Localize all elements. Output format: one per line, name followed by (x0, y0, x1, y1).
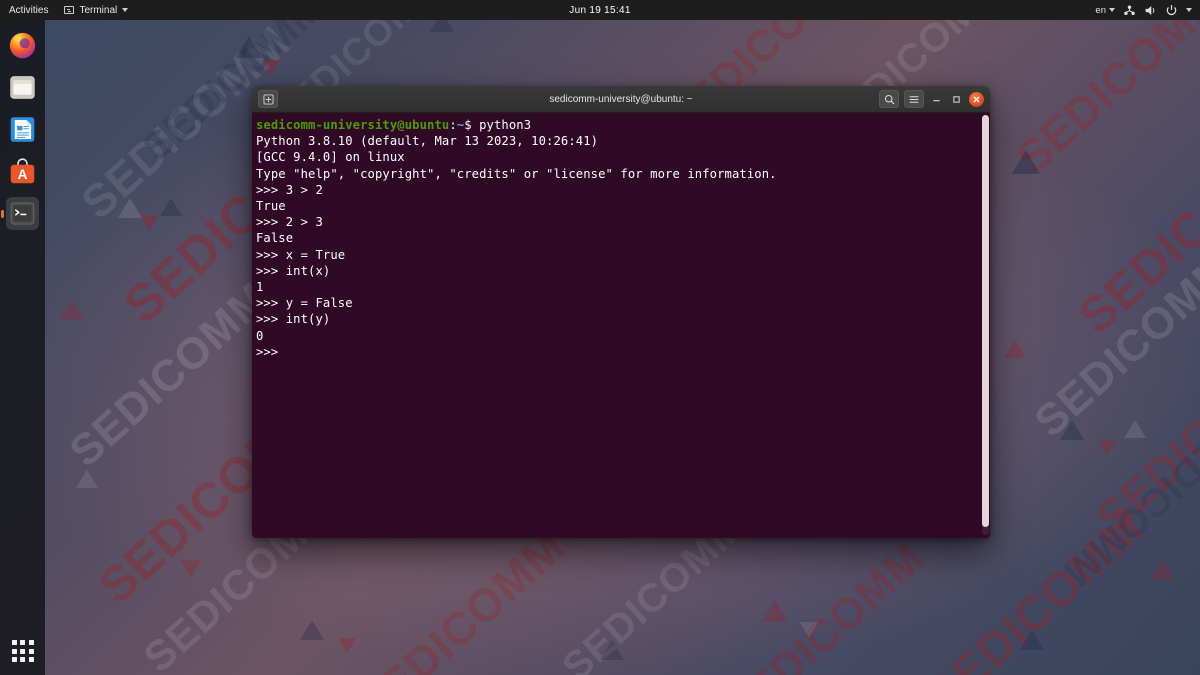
search-button[interactable] (879, 90, 899, 108)
activities-button[interactable]: Activities (0, 0, 57, 20)
minimize-button[interactable] (929, 92, 944, 107)
app-menu-button[interactable]: Terminal (57, 0, 135, 20)
new-tab-icon (262, 93, 274, 105)
wallpaper-triangle (262, 60, 280, 76)
terminal-line: >>> y = False (256, 296, 353, 311)
wallpaper-triangle (1020, 630, 1044, 650)
close-icon (973, 96, 980, 102)
language-indicator[interactable]: en (1095, 5, 1115, 16)
terminal-scrollbar[interactable] (982, 115, 989, 535)
wallpaper-triangle (600, 640, 624, 660)
maximize-icon (953, 95, 960, 103)
running-indicator (1, 209, 4, 218)
activities-label: Activities (9, 4, 49, 16)
terminal-line: True (256, 199, 286, 214)
terminal-line: >>> int(x) (256, 263, 331, 278)
chevron-down-icon (1109, 8, 1115, 12)
terminal-icon (64, 6, 75, 14)
grid-dot (20, 648, 25, 654)
document-icon (10, 117, 35, 142)
wallpaper-triangle (140, 215, 158, 231)
wallpaper-triangle (60, 300, 84, 320)
wallpaper-triangle (1150, 560, 1174, 580)
terminal-window[interactable]: sedicomm-university@ubuntu: ~ sedicomm-u… (252, 86, 990, 538)
terminal-line: >>> int(y) (256, 312, 331, 327)
hamburger-icon (909, 95, 919, 103)
chevron-down-icon[interactable] (1186, 8, 1192, 12)
firefox-icon (9, 32, 36, 59)
top-panel: Activities Terminal Jun 19 15:41 en (0, 0, 1200, 20)
terminal-line: >>> (256, 344, 279, 359)
terminal-line: [GCC 9.4.0] on linux (256, 150, 405, 165)
terminal-title-bar[interactable]: sedicomm-university@ubuntu: ~ (252, 86, 990, 113)
minimize-icon (933, 99, 940, 101)
app-menu-label: Terminal (79, 4, 118, 16)
prompt-separator: : (449, 118, 457, 132)
wallpaper-triangle (180, 560, 202, 578)
terminal-scrollbar-thumb[interactable] (982, 115, 989, 527)
wallpaper-triangle (300, 620, 324, 640)
grid-dot (11, 648, 17, 654)
grid-dot (28, 640, 34, 645)
wallpaper-triangle (160, 198, 182, 216)
wallpaper-triangle (1098, 440, 1116, 456)
grid-dot (20, 657, 25, 662)
volume-icon[interactable] (1144, 4, 1157, 17)
terminal-line: 0 (256, 328, 264, 343)
dock: A (0, 20, 45, 675)
wallpaper-triangle (1004, 340, 1026, 358)
files-icon (10, 76, 35, 99)
wallpaper-triangle (236, 36, 262, 58)
new-tab-button[interactable] (258, 90, 278, 108)
grid-dot (28, 648, 34, 654)
terminal-icon (10, 202, 35, 225)
wallpaper-triangle (338, 638, 356, 653)
wallpaper-triangle (800, 622, 818, 638)
network-icon[interactable] (1123, 4, 1136, 17)
prompt-command: $ python3 (464, 118, 532, 132)
terminal-line: Type "help", "copyright", "credits" or "… (256, 166, 777, 181)
wallpaper-watermark: SEDICOMM (346, 520, 575, 675)
dock-item-libreoffice-writer[interactable] (6, 113, 39, 146)
wallpaper-triangle (1060, 420, 1084, 440)
language-label: en (1095, 4, 1106, 16)
wallpaper-triangle (76, 470, 98, 488)
wallpaper-triangle (1012, 150, 1040, 174)
system-indicators[interactable]: en (1095, 0, 1200, 20)
svg-text:A: A (18, 167, 28, 182)
dock-item-firefox[interactable] (6, 29, 39, 62)
terminal-line: >>> x = True (256, 247, 346, 262)
dock-item-terminal[interactable] (1, 197, 39, 230)
prompt-user-host: sedicomm-university@ubuntu (256, 118, 450, 132)
chevron-down-icon (122, 8, 129, 12)
clock[interactable]: Jun 19 15:41 (530, 5, 670, 16)
terminal-output[interactable]: sedicomm-university@ubuntu:~$ python3 Pyt… (252, 113, 990, 360)
title-bar-actions (879, 90, 984, 108)
search-icon (884, 94, 894, 104)
wallpaper-triangle (1124, 420, 1146, 438)
terminal-line: >>> 3 > 2 (256, 182, 323, 197)
software-store-icon: A (10, 158, 35, 184)
grid-dot (28, 657, 34, 662)
grid-dot (20, 640, 25, 645)
show-applications-button[interactable] (7, 635, 39, 667)
close-button[interactable] (969, 91, 984, 107)
terminal-body[interactable]: sedicomm-university@ubuntu:~$ python3 Pyt… (252, 113, 990, 538)
dock-item-ubuntu-software[interactable]: A (6, 155, 39, 188)
wallpaper-watermark: SEDICOMM (715, 532, 934, 675)
wallpaper-triangle (762, 600, 788, 622)
dock-item-files[interactable] (6, 71, 39, 104)
grid-dot (11, 657, 17, 662)
power-icon[interactable] (1165, 4, 1178, 17)
terminal-line: Python 3.8.10 (default, Mar 13 2023, 10:… (256, 134, 599, 149)
maximize-button[interactable] (949, 92, 964, 107)
wallpaper-triangle (118, 198, 142, 218)
terminal-line: sedicomm-university@ubuntu:~$ python3 (256, 117, 990, 133)
terminal-line: >>> 2 > 3 (256, 215, 323, 230)
terminal-line: False (256, 231, 294, 246)
hamburger-menu-button[interactable] (904, 90, 924, 108)
terminal-line: 1 (256, 280, 264, 295)
grid-dot (11, 640, 17, 645)
